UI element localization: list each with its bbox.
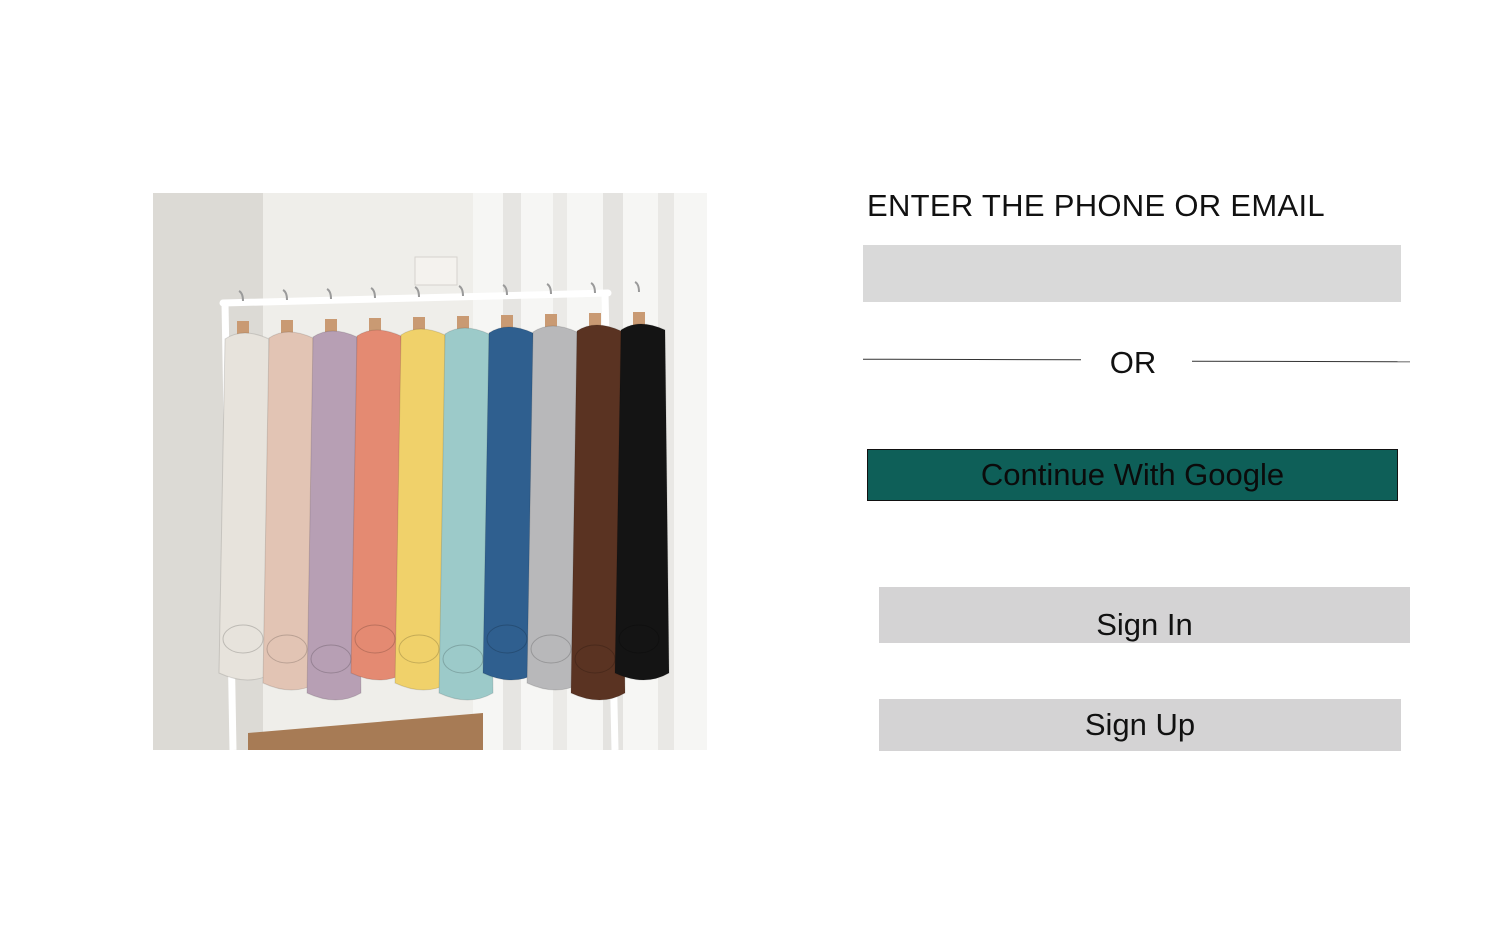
- sign-in-button[interactable]: Sign In: [879, 587, 1410, 643]
- or-divider-label: OR: [1109, 345, 1157, 380]
- contact-prompt-label: ENTER THE PHONE OR EMAIL: [867, 188, 1325, 223]
- sign-up-button[interactable]: Sign Up: [879, 699, 1401, 751]
- divider-line-right: [1191, 360, 1411, 363]
- hero-image: [153, 193, 707, 750]
- divider-line-left: [862, 358, 1082, 361]
- phone-or-email-input[interactable]: [863, 245, 1401, 302]
- continue-with-google-button[interactable]: Continue With Google: [867, 449, 1398, 501]
- hoodie-rack-illustration: [153, 193, 707, 750]
- hoodie: [614, 281, 670, 681]
